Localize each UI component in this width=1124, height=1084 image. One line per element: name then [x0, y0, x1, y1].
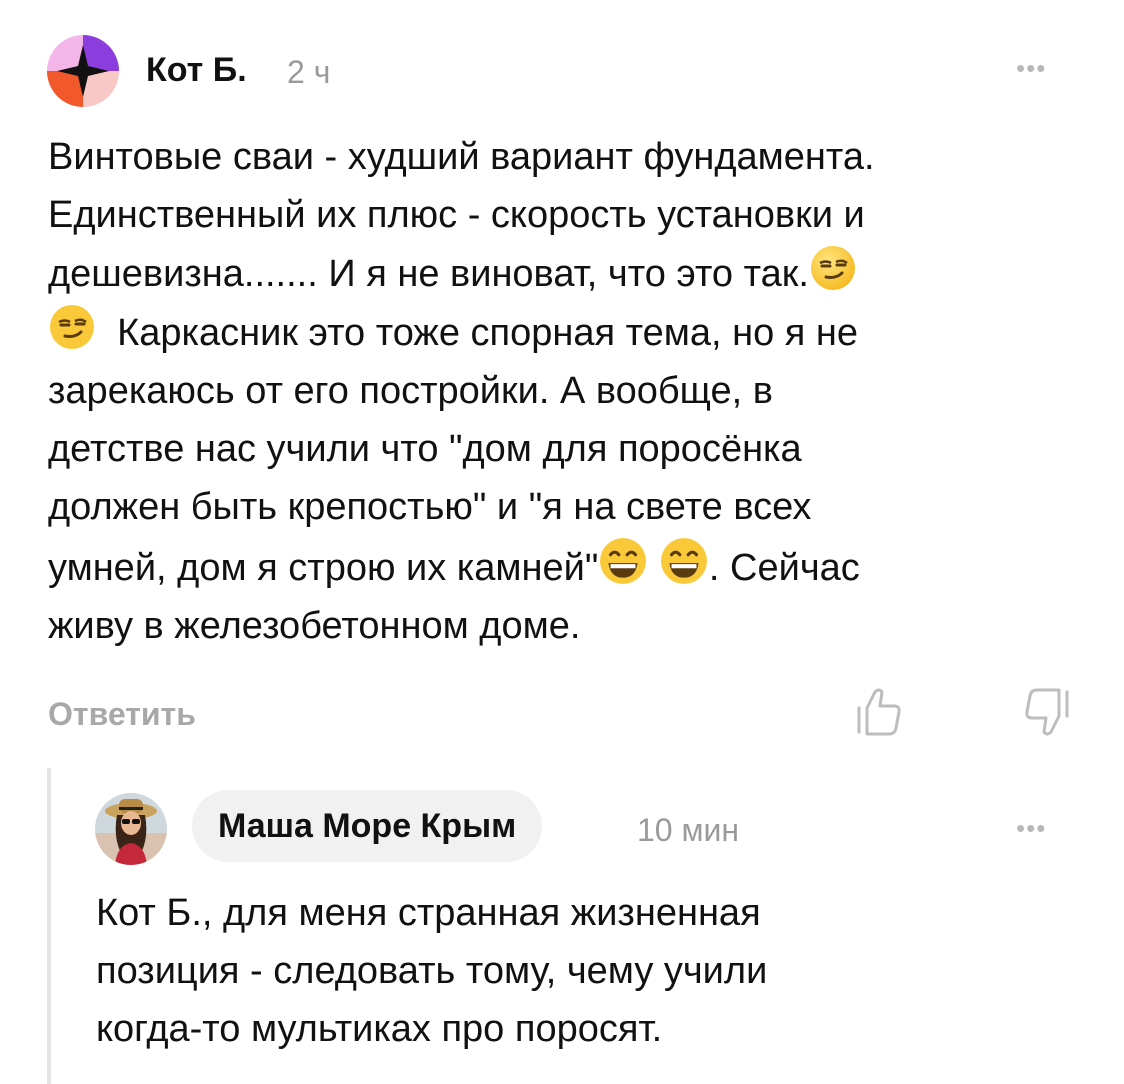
reply-author[interactable]: Маша Море Крым — [192, 790, 543, 862]
avatar[interactable] — [95, 793, 167, 865]
comment-time: 2 ч — [287, 54, 331, 90]
reply-line: Кот Б., для меня странная жизненная — [96, 892, 761, 934]
comment-line: умней, дом я строю их камней" . Сейчас — [48, 536, 1108, 597]
reply-time: 10 мин — [637, 812, 740, 848]
grinning-face-icon — [661, 538, 707, 584]
thumbs-down-icon[interactable] — [1019, 686, 1073, 745]
reply-button[interactable]: Ответить — [48, 694, 196, 734]
comment-line: зарекаюсь от его постройки. А вообще, в — [48, 370, 773, 412]
reply-text: Кот Б., для меня странная жизненная пози… — [96, 884, 1096, 1058]
comment-text: Винтовые сваи - худший вариант фундамент… — [48, 128, 1108, 655]
user-photo-icon — [95, 793, 167, 865]
more-options-icon[interactable]: ••• — [1016, 815, 1046, 841]
comment-author[interactable]: Кот Б. — [146, 50, 247, 90]
reply-line: позиция - следовать тому, чему учили — [96, 950, 768, 992]
avatar-logo-icon — [47, 35, 119, 107]
comment-line: Единственный их плюс - скорость установк… — [48, 194, 865, 236]
comment-line: детстве нас учили что "дом для поросёнка — [48, 428, 802, 470]
comment-line: должен быть крепостью" и "я на свете все… — [48, 486, 812, 528]
more-options-icon[interactable]: ••• — [1016, 55, 1046, 81]
comment-line: дешевизна....... И я не виноват, что это… — [48, 244, 1108, 303]
comment-line: Винтовые сваи - худший вариант фундамент… — [48, 136, 875, 178]
thumbs-up-icon[interactable] — [853, 684, 907, 743]
thread-line — [47, 768, 51, 1084]
smirking-face-icon — [50, 305, 94, 349]
smirking-face-icon — [810, 246, 855, 290]
grinning-face-icon — [600, 538, 647, 584]
comment-line: живу в железобетонном доме. — [48, 605, 581, 647]
comment-line: Каркасник это тоже спорная тема, но я не — [48, 303, 1108, 362]
avatar[interactable] — [47, 35, 119, 107]
reply-line: когда-то мультиках про поросят. — [96, 1008, 663, 1050]
